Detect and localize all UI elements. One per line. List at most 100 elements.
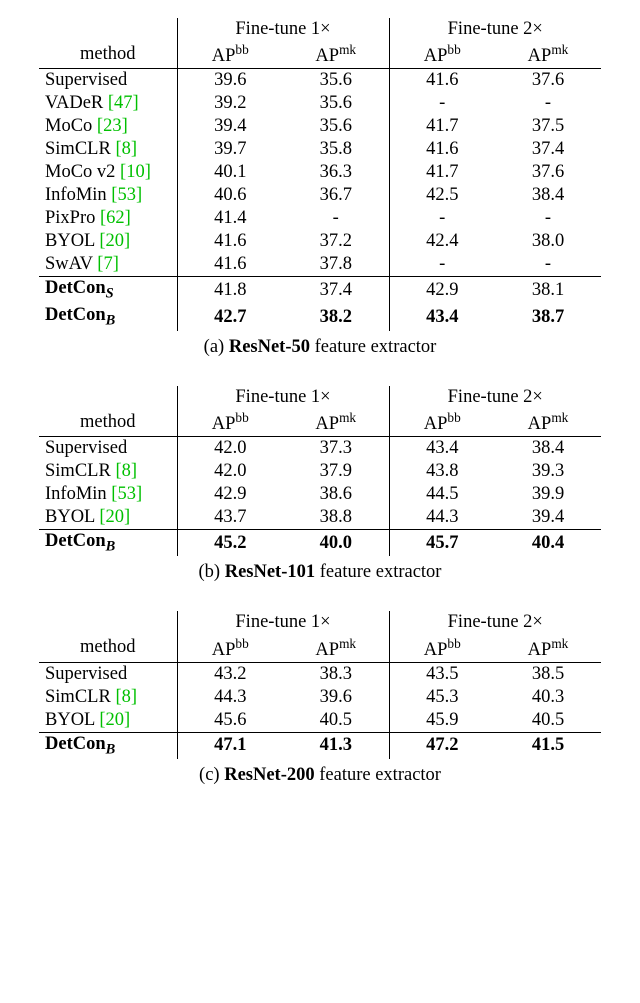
cell-ft1bb: 39.6 [177,69,283,93]
citation-link[interactable]: [53] [111,484,142,504]
method-cell: MoCo v2 [10] [39,161,177,184]
cell-ft1bb: 41.4 [177,207,283,230]
table-row: VADeR [47]39.235.6-- [39,92,601,115]
cell-ft2bb: 47.2 [389,732,495,759]
cell-ft1mk: 36.3 [283,161,389,184]
cell-ft1bb: 39.4 [177,115,283,138]
cell-ft1bb: 44.3 [177,686,283,709]
header-apmk-2: APmk [495,41,601,69]
cell-ft2bb: 41.7 [389,161,495,184]
cell-ft1bb: 45.6 [177,709,283,733]
table-row: DetConS41.837.442.938.1 [39,277,601,304]
header-ft2: Fine-tune 2× [389,386,601,409]
citation-link[interactable]: [62] [100,208,131,228]
cell-ft2bb: 43.4 [389,304,495,331]
cell-ft2mk: 40.5 [495,709,601,733]
cell-ft1mk: 35.6 [283,92,389,115]
results-table: Fine-tune 1×Fine-tune 2×methodAPbbAPmkAP… [39,611,601,759]
cell-ft2mk: 39.4 [495,506,601,530]
cell-ft1mk: 37.3 [283,436,389,460]
cell-ft2mk: 37.4 [495,138,601,161]
header-ft2: Fine-tune 2× [389,611,601,634]
header-apmk-2: APmk [495,409,601,437]
cell-ft1mk: 35.8 [283,138,389,161]
citation-link[interactable]: [8] [115,139,137,159]
cell-ft1bb: 43.7 [177,506,283,530]
cell-ft2bb: 42.5 [389,184,495,207]
results-table: Fine-tune 1×Fine-tune 2×methodAPbbAPmkAP… [39,18,601,331]
cell-ft2bb: 42.4 [389,230,495,253]
cell-ft1bb: 47.1 [177,732,283,759]
table-row: SimCLR [8]44.339.645.340.3 [39,686,601,709]
cell-ft1mk: 37.2 [283,230,389,253]
cell-ft1bb: 43.2 [177,662,283,686]
cell-ft1mk: 40.5 [283,709,389,733]
method-cell: Supervised [39,662,177,686]
cell-ft2mk: 37.6 [495,69,601,93]
method-cell: SimCLR [8] [39,686,177,709]
cell-ft2bb: 44.5 [389,483,495,506]
header-apmk-2: APmk [495,634,601,662]
cell-ft1mk: - [283,207,389,230]
cell-ft2bb: 43.4 [389,436,495,460]
header-method: method [39,634,177,662]
header-apbb-2: APbb [389,409,495,437]
table-block-1: Fine-tune 1×Fine-tune 2×methodAPbbAPmkAP… [12,386,628,584]
method-cell: SwAV [7] [39,253,177,277]
citation-link[interactable]: [47] [108,93,139,113]
header-apbb-2: APbb [389,634,495,662]
table-caption: (b) ResNet-101 feature extractor [12,562,628,583]
method-cell: InfoMin [53] [39,483,177,506]
cell-ft2bb: 41.7 [389,115,495,138]
method-cell: SimCLR [8] [39,460,177,483]
header-ft1: Fine-tune 1× [177,18,389,41]
header-apbb-1: APbb [177,634,283,662]
table-row: SimCLR [8]42.037.943.839.3 [39,460,601,483]
cell-ft1bb: 42.0 [177,460,283,483]
header-apmk-1: APmk [283,634,389,662]
table-row: BYOL [20]41.637.242.438.0 [39,230,601,253]
cell-ft1bb: 42.7 [177,304,283,331]
method-cell: DetConB [39,732,177,759]
table-row: BYOL [20]43.738.844.339.4 [39,506,601,530]
method-cell: SimCLR [8] [39,138,177,161]
citation-link[interactable]: [20] [99,507,130,527]
citation-link[interactable]: [10] [120,162,151,182]
table-row: DetConB42.738.243.438.7 [39,304,601,331]
method-cell: VADeR [47] [39,92,177,115]
method-cell: BYOL [20] [39,230,177,253]
citation-link[interactable]: [8] [115,687,137,707]
citation-link[interactable]: [23] [97,116,128,136]
cell-ft1mk: 38.6 [283,483,389,506]
cell-ft1bb: 39.7 [177,138,283,161]
cell-ft1bb: 41.8 [177,277,283,304]
cell-ft2mk: 38.4 [495,436,601,460]
cell-ft2bb: - [389,207,495,230]
table-row: SwAV [7]41.637.8-- [39,253,601,277]
citation-link[interactable]: [20] [99,231,130,251]
table-row: PixPro [62]41.4--- [39,207,601,230]
method-cell: DetConB [39,304,177,331]
cell-ft1mk: 37.8 [283,253,389,277]
cell-ft1bb: 42.0 [177,436,283,460]
table-row: Supervised42.037.343.438.4 [39,436,601,460]
cell-ft2bb: 43.8 [389,460,495,483]
citation-link[interactable]: [8] [115,461,137,481]
citation-link[interactable]: [20] [99,710,130,730]
cell-ft2bb: 43.5 [389,662,495,686]
cell-ft2bb: 44.3 [389,506,495,530]
cell-ft2mk: 41.5 [495,732,601,759]
table-block-0: Fine-tune 1×Fine-tune 2×methodAPbbAPmkAP… [12,18,628,358]
header-ft1: Fine-tune 1× [177,611,389,634]
cell-ft1bb: 42.9 [177,483,283,506]
header-ft2: Fine-tune 2× [389,18,601,41]
citation-link[interactable]: [7] [97,254,119,274]
table-row: InfoMin [53]42.938.644.539.9 [39,483,601,506]
cell-ft1bb: 41.6 [177,253,283,277]
header-ft1: Fine-tune 1× [177,386,389,409]
cell-ft1mk: 35.6 [283,115,389,138]
citation-link[interactable]: [53] [111,185,142,205]
method-cell: BYOL [20] [39,506,177,530]
method-cell: MoCo [23] [39,115,177,138]
cell-ft1mk: 37.9 [283,460,389,483]
